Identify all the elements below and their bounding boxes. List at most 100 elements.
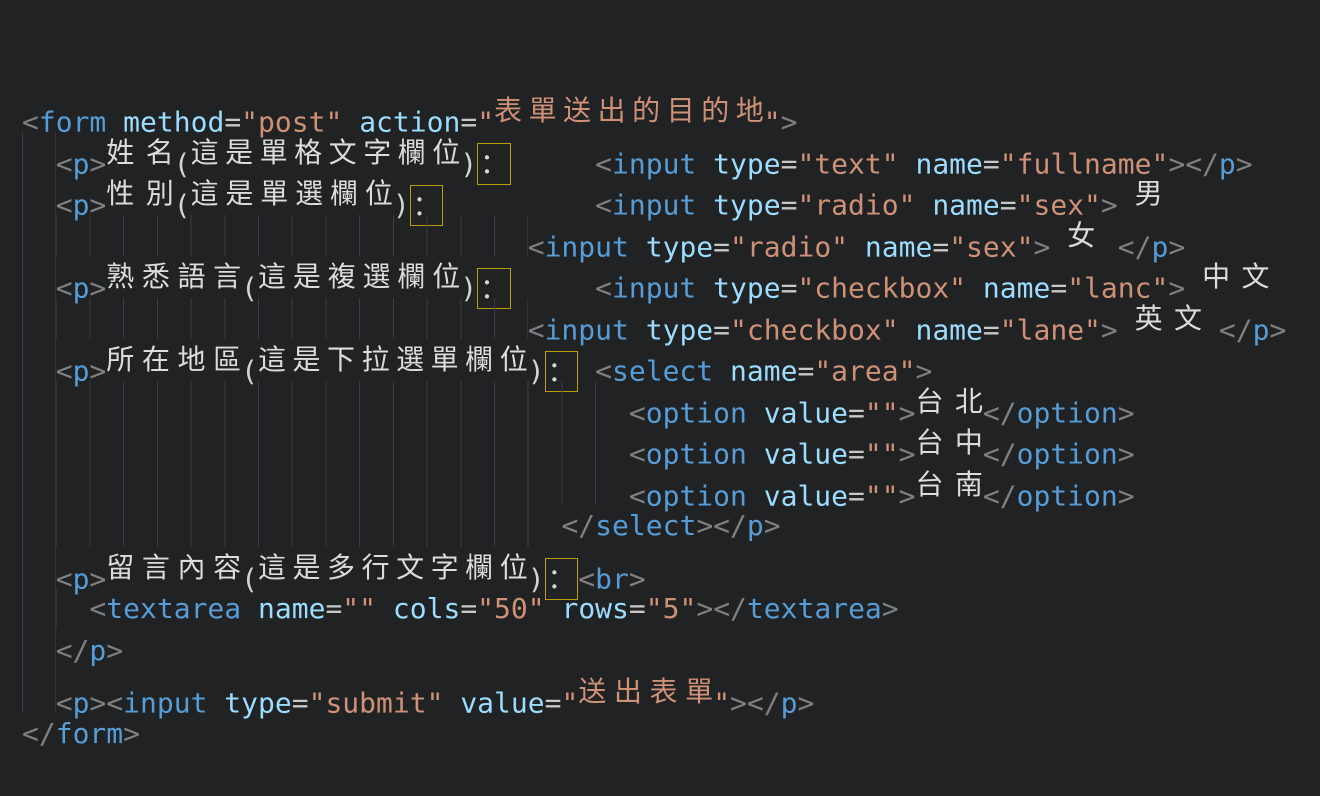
token-tag-name: p: [781, 687, 798, 720]
token-attribute-name: cols: [393, 592, 460, 625]
token-punctuation: >: [797, 687, 814, 720]
indent-guides: [22, 464, 629, 506]
token-cjk-text: 台中: [915, 422, 982, 464]
token-attribute-name: name: [258, 592, 325, 625]
token-attribute-value: "lane": [1000, 313, 1101, 346]
token-punctuation: >: [106, 634, 123, 667]
token-text: [1202, 313, 1219, 346]
indent-guides: [22, 630, 56, 672]
code-line: <input type="radio" name="sex"> 女 </p>: [22, 215, 1320, 257]
code-line: <p><input type="submit" value="送出表單"></p…: [22, 671, 1320, 713]
indent-guides: [22, 381, 629, 423]
token-punctuation: ></: [696, 509, 747, 542]
token-punctuation: >: [123, 717, 140, 750]
token-cjk-text: 中文: [1202, 256, 1269, 298]
code-line: <p>留言內容(這是多行文字欄位)：<br>: [22, 547, 1320, 589]
token-tag-name: option: [1017, 479, 1118, 512]
code-line: <option value="">台中</option>: [22, 422, 1320, 464]
token-cjk-string: 表單送出的目的地: [494, 90, 764, 132]
indent-guides: [22, 671, 56, 713]
token-equals: =: [325, 592, 342, 625]
token-tag-name: p: [747, 509, 764, 542]
token-cjk-text: 台北: [915, 381, 982, 423]
token-punctuation: ></: [730, 687, 781, 720]
indent-guides: [22, 547, 56, 589]
code-lines: <form method="post" action="表單送出的目的地"><p…: [22, 90, 1320, 754]
token-punctuation: >: [1236, 147, 1253, 180]
token-text: [241, 592, 258, 625]
token-equals: =: [629, 592, 646, 625]
token-attribute-value: "": [342, 592, 376, 625]
token-attribute-name: rows: [561, 592, 628, 625]
token-punctuation: </: [1219, 313, 1253, 346]
token-attribute-value: "5": [646, 592, 697, 625]
indent-guides: [22, 298, 528, 340]
token-equals: =: [848, 479, 865, 512]
code-line: <input type="checkbox" name="lane"> 英文 <…: [22, 298, 1320, 340]
token-cjk-text: 這是複選欄位: [258, 256, 460, 298]
token-punctuation: >: [1101, 313, 1118, 346]
token-equals: =: [545, 687, 562, 720]
token-cjk-text: 女: [1067, 215, 1101, 257]
token-tag-name: p: [1219, 147, 1236, 180]
token-cjk-text: 這是下拉選單欄位: [258, 339, 528, 381]
indent-guides: [22, 505, 561, 547]
token-attribute-value: "": [865, 479, 899, 512]
indent-guides: [22, 173, 56, 215]
indent-guides: [22, 588, 89, 630]
token-cjk-text: 留言內容: [106, 547, 241, 589]
token-attribute-value: "submit": [309, 687, 444, 720]
indent-guides: [22, 215, 528, 257]
token-cjk-text: 台南: [915, 464, 982, 506]
token-text: [376, 592, 393, 625]
token-attribute-value: ": [713, 687, 730, 720]
token-punctuation: >: [764, 509, 781, 542]
token-punctuation: >: [882, 592, 899, 625]
token-punctuation: >: [1118, 479, 1135, 512]
token-cjk-string: 送出表單: [578, 671, 713, 713]
code-line: <textarea name="" cols="50" rows="5"></t…: [22, 588, 1320, 630]
token-attribute-value: "50": [477, 592, 544, 625]
code-line: <p>性別(這是單選欄位)： <input type="radio" name=…: [22, 173, 1320, 215]
token-punctuation: >: [899, 479, 916, 512]
token-tag-name: p: [89, 634, 106, 667]
token-text: [545, 592, 562, 625]
token-punctuation: </: [22, 717, 56, 750]
token-punctuation: </: [983, 479, 1017, 512]
code-editor[interactable]: <form method="post" action="表單送出的目的地"><p…: [0, 0, 1320, 681]
token-cjk-text: 這是多行文字欄位: [258, 547, 528, 589]
indent-guides: [22, 339, 56, 381]
token-cjk-text: 男: [1135, 173, 1169, 215]
token-punctuation: <: [89, 592, 106, 625]
token-cjk-text: 姓名: [106, 132, 173, 174]
token-punctuation: </: [561, 509, 595, 542]
token-text: [1118, 313, 1135, 346]
code-line: <p>姓名(這是單格文字欄位)： <input type="text" name…: [22, 132, 1320, 174]
token-attribute-value: ": [561, 687, 578, 720]
token-punctuation: >: [1270, 313, 1287, 346]
token-punctuation: ></: [1168, 147, 1219, 180]
indent-guides: [22, 132, 56, 174]
token-cjk-text: 所在地區: [106, 339, 241, 381]
indent-guides: [22, 422, 629, 464]
token-tag-name: textarea: [106, 592, 241, 625]
token-cjk-text: 熟悉語言: [106, 256, 241, 298]
token-text: [207, 687, 224, 720]
token-attribute-name: type: [224, 687, 291, 720]
token-cjk-text: 英文: [1135, 298, 1202, 340]
token-cjk-text: 性別: [106, 173, 173, 215]
code-line: </p>: [22, 630, 1320, 672]
token-tag-name: textarea: [747, 592, 882, 625]
code-line: <option value="">台南</option>: [22, 464, 1320, 506]
token-equals: =: [983, 313, 1000, 346]
token-tag-name: p: [1253, 313, 1270, 346]
token-punctuation: ></: [696, 592, 747, 625]
token-cjk-text: 這是單格文字欄位: [191, 132, 461, 174]
token-equals: =: [460, 592, 477, 625]
token-equals: =: [292, 687, 309, 720]
token-tag-name: select: [595, 509, 696, 542]
token-attribute-name: value: [460, 687, 544, 720]
token-text: [443, 687, 460, 720]
token-punctuation: </: [56, 634, 90, 667]
token-tag-name: form: [56, 717, 123, 750]
